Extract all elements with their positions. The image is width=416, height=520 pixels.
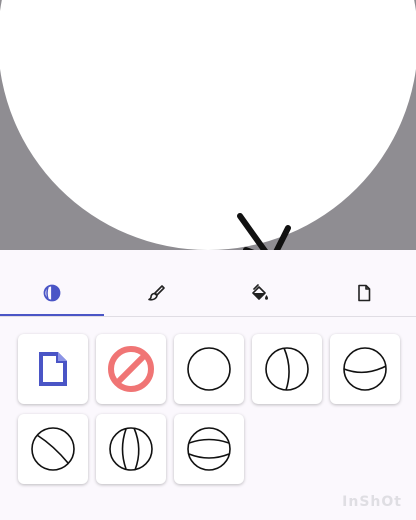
shape-tile-vertical-curve[interactable] (252, 334, 322, 404)
shape-tile-diagonal-curve[interactable] (18, 414, 88, 484)
tab-document[interactable] (312, 268, 416, 318)
plain-circle-icon (187, 347, 231, 391)
circle-diagonal-curve-icon (31, 427, 75, 471)
paint-bucket-icon (252, 284, 268, 300)
shape-tile-double-horizontal-curve[interactable] (174, 414, 244, 484)
tab-shapes[interactable] (0, 268, 104, 318)
brush-icon (148, 285, 165, 301)
no-entry-icon (108, 346, 154, 392)
shape-tile-circle[interactable] (174, 334, 244, 404)
circle-double-horizontal-curve-icon (187, 427, 231, 471)
circle-vertical-curve-icon (265, 347, 309, 391)
shape-tile-double-vertical-curve[interactable] (96, 414, 166, 484)
tab-fill[interactable] (208, 268, 312, 318)
tab-brush[interactable] (104, 268, 208, 318)
white-circle-shape (0, 0, 416, 250)
shape-tile-none[interactable] (96, 334, 166, 404)
blank-document-icon (39, 352, 67, 386)
shape-grid (18, 334, 408, 484)
circle-double-vertical-curve-icon (109, 427, 153, 471)
contrast-icon (43, 284, 61, 302)
canvas-drawing (0, 0, 416, 250)
shape-tile-horizontal-curve[interactable] (330, 334, 400, 404)
circle-horizontal-curve-icon (343, 347, 387, 391)
tool-tab-bar (0, 268, 416, 318)
watermark: InShOt (342, 494, 402, 510)
document-icon (358, 284, 371, 302)
shape-tile-blank[interactable] (18, 334, 88, 404)
canvas-preview[interactable] (0, 0, 416, 250)
tab-divider (0, 316, 416, 317)
